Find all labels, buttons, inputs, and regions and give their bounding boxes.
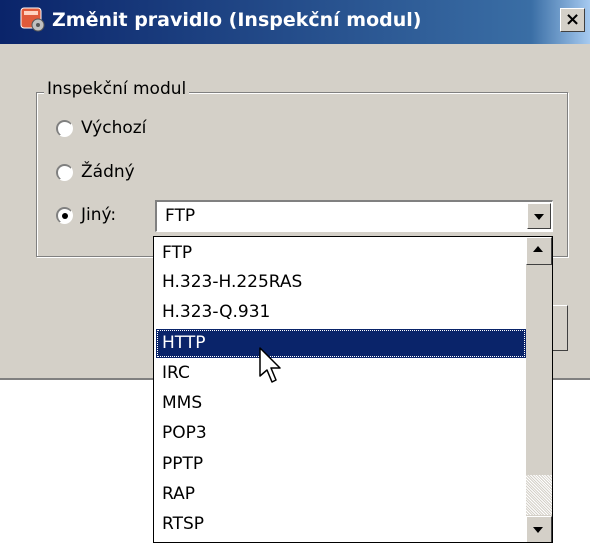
list-item[interactable]: H.323-H.225RAS	[156, 268, 526, 297]
radio-other-button[interactable]	[56, 206, 73, 224]
list-item[interactable]: H.323-Q.931	[156, 298, 526, 327]
window-title: Změnit pravidlo (Inspekční modul)	[52, 9, 422, 31]
scroll-up-button[interactable]	[526, 237, 552, 265]
radio-other-label: Jiný:	[81, 205, 117, 225]
radio-default-label: Výchozí	[81, 118, 147, 138]
close-icon: ×	[564, 9, 581, 30]
list-item[interactable]: RTSP	[156, 510, 526, 539]
list-item[interactable]: FTP	[156, 239, 526, 268]
arrow-down-icon	[533, 527, 543, 533]
scroll-track[interactable]	[526, 475, 552, 515]
list-item[interactable]: PPTP	[156, 450, 526, 479]
list-item[interactable]: RAP	[156, 480, 526, 509]
group-legend: Inspekční modul	[44, 79, 190, 99]
radio-default-button[interactable]	[56, 119, 73, 137]
list-item[interactable]: MMS	[156, 389, 526, 418]
dropdown-scrollbar[interactable]	[526, 237, 552, 542]
list-item-selected[interactable]: HTTP	[156, 329, 526, 358]
radio-none-button[interactable]	[56, 163, 73, 181]
close-button[interactable]: ×	[560, 8, 585, 32]
select-value: FTP	[165, 206, 196, 226]
radio-other[interactable]: Jiný:	[56, 205, 116, 225]
mouse-pointer-icon	[259, 347, 281, 383]
list-item[interactable]: POP3	[156, 419, 526, 448]
title-bar[interactable]: Změnit pravidlo (Inspekční modul) ×	[0, 0, 590, 44]
rule-shield-icon	[20, 7, 45, 32]
chevron-down-icon	[534, 214, 544, 220]
module-dropdown-list[interactable]: FTP H.323-H.225RAS H.323-Q.931 HTTP IRC …	[153, 236, 553, 543]
scroll-thumb[interactable]	[526, 265, 552, 475]
select-dropdown-button[interactable]	[527, 203, 551, 229]
inspection-module-select[interactable]: FTP	[155, 200, 553, 232]
list-item[interactable]: IRC	[156, 359, 526, 388]
radio-none[interactable]: Žádný	[56, 162, 135, 182]
scroll-down-button[interactable]	[526, 516, 552, 542]
radio-none-label: Žádný	[81, 162, 135, 182]
arrow-up-icon	[533, 246, 543, 252]
radio-default[interactable]: Výchozí	[56, 118, 146, 138]
